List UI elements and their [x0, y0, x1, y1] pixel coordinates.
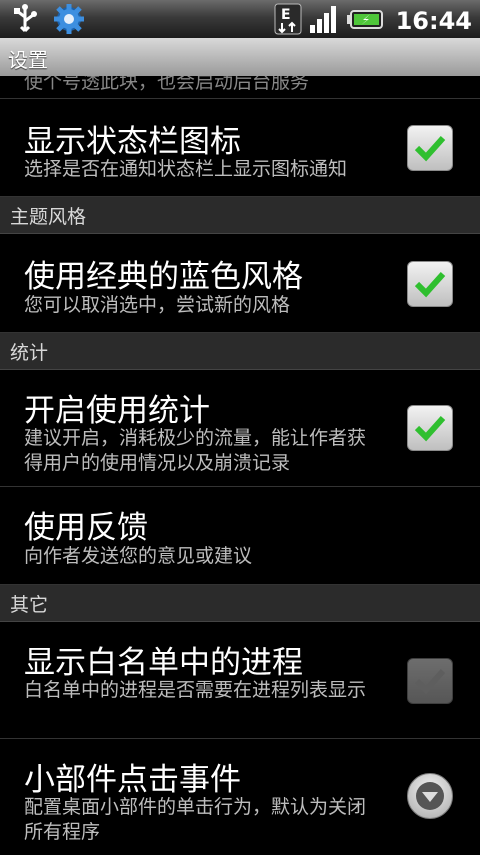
- pref-title: 小部件点击事件: [24, 762, 241, 798]
- pref-whitelist[interactable]: 显示白名单中的进程 白名单中的进程是否需要在进程列表显示: [0, 622, 480, 739]
- signal-icon: [308, 3, 340, 39]
- pref-summary: 建议开启，消耗极少的流量，能让作者获得用户的使用情况以及崩溃记录: [24, 427, 367, 474]
- check-mark-icon: [414, 271, 446, 298]
- checkbox-usage-stats[interactable]: [407, 405, 453, 451]
- status-bar: E 16:44: [0, 0, 480, 38]
- pref-title: 使用经典的蓝色风格: [24, 259, 303, 295]
- section-header-label: 其它: [10, 594, 49, 616]
- status-time: 16:44: [395, 7, 472, 35]
- settings-list: 使个号透此块，也会启动后台服务 显示状态栏图标 选择是否在通知状态栏上显示图标通…: [0, 76, 480, 855]
- partially-hidden-item[interactable]: 使个号透此块，也会启动后台服务: [0, 76, 480, 99]
- pref-widget-click[interactable]: 小部件点击事件 配置桌面小部件的单击行为，默认为关闭所有程序: [0, 739, 480, 855]
- section-header-theme: 主题风格: [0, 197, 480, 234]
- section-header-other: 其它: [0, 585, 480, 622]
- usb-icon: [10, 3, 40, 39]
- pref-title: 显示白名单中的进程: [24, 645, 303, 681]
- pref-summary: 选择是否在通知状态栏上显示图标通知: [24, 158, 348, 180]
- settings-gear-icon: [52, 3, 86, 39]
- dropdown-widget-click[interactable]: [407, 773, 453, 819]
- pref-feedback[interactable]: 使用反馈 向作者发送您的意见或建议: [0, 487, 480, 585]
- page-title: 设置: [8, 48, 48, 72]
- section-header-label: 主题风格: [10, 206, 87, 228]
- pref-usage-stats[interactable]: 开启使用统计 建议开启，消耗极少的流量，能让作者获得用户的使用情况以及崩溃记录: [0, 370, 480, 487]
- pref-title: 显示状态栏图标: [24, 124, 241, 160]
- chevron-down-icon: [416, 782, 444, 810]
- svg-text:E: E: [281, 7, 291, 23]
- section-header-stats: 统计: [0, 333, 480, 370]
- section-header-label: 统计: [10, 342, 49, 364]
- pref-title: 使用反馈: [24, 510, 148, 546]
- checkbox-status-bar-icon[interactable]: [407, 125, 453, 171]
- pref-summary: 白名单中的进程是否需要在进程列表显示: [24, 679, 367, 701]
- pref-summary: 您可以取消选中，尝试新的风格: [24, 294, 291, 316]
- pref-classic-blue[interactable]: 使用经典的蓝色风格 您可以取消选中，尝试新的风格: [0, 234, 480, 333]
- pref-title: 开启使用统计: [24, 393, 210, 429]
- title-bar: 设置: [0, 38, 480, 76]
- check-mark-icon: [414, 135, 446, 162]
- check-mark-icon: [414, 668, 446, 695]
- data-e-icon: E: [274, 3, 302, 39]
- battery-icon: [346, 3, 384, 39]
- checkbox-whitelist[interactable]: [407, 658, 453, 704]
- pref-summary: 向作者发送您的意见或建议: [24, 545, 253, 567]
- pref-status-bar-icon[interactable]: 显示状态栏图标 选择是否在通知状态栏上显示图标通知: [0, 99, 480, 197]
- pref-summary: 配置桌面小部件的单击行为，默认为关闭所有程序: [24, 796, 367, 843]
- checkbox-classic-blue[interactable]: [407, 261, 453, 307]
- check-mark-icon: [414, 415, 446, 442]
- partially-hidden-text: 使个号透此块，也会启动后台服务: [24, 76, 310, 93]
